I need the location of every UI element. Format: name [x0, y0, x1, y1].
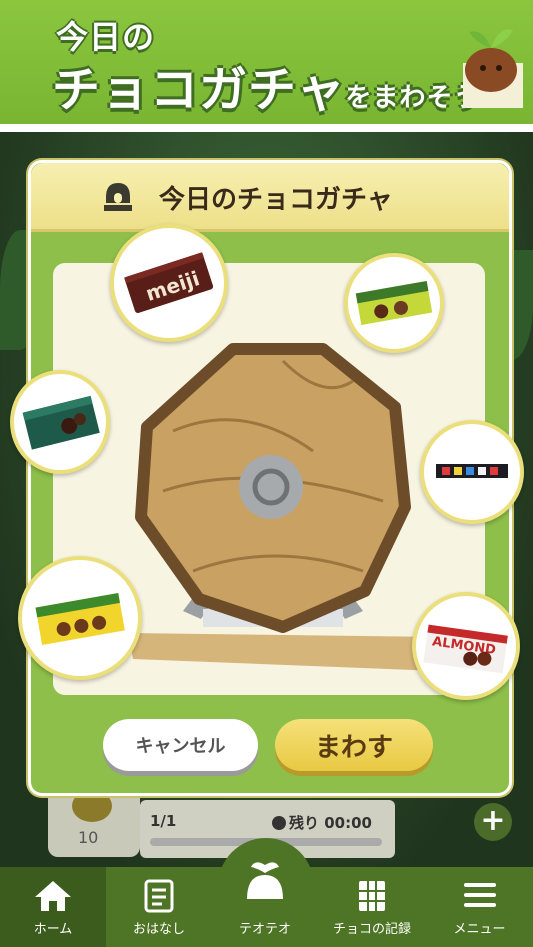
nav-label-record: チョコの記録 — [332, 922, 411, 937]
cancel-button[interactable]: キャンセル — [103, 719, 258, 771]
chocolate-box-icon: ALMOND — [423, 624, 508, 674]
banner-title-line2: チョコガチャをまわそう — [52, 50, 481, 120]
clock-icon — [272, 816, 286, 830]
progress-count: 1/1 — [150, 812, 177, 830]
prize-stick-bubble — [420, 420, 524, 524]
record-icon — [359, 881, 385, 911]
shrine-icon — [104, 183, 132, 211]
remaining-time-text: 残り 00:00 — [289, 814, 372, 832]
add-button[interactable]: + — [474, 803, 512, 841]
remaining-time: 残り 00:00 — [272, 812, 372, 833]
menu-icon — [463, 883, 496, 907]
nav-label-story: おはなし — [132, 922, 185, 937]
prize-dark-green-box-bubble — [10, 370, 110, 474]
banner-divider — [0, 124, 533, 132]
prize-green-box-bubble — [344, 253, 444, 353]
mascot-icon — [463, 29, 523, 108]
prize-meiji-bubble: meiji — [110, 224, 228, 342]
gacha-wheel — [129, 343, 443, 671]
chocolate-stick-icon — [436, 464, 508, 478]
chocolate-box-icon — [35, 592, 125, 645]
spin-button[interactable]: まわす — [275, 719, 433, 771]
nav-item-menu[interactable]: メニュー — [426, 867, 533, 947]
nav-label-menu: メニュー — [453, 922, 506, 937]
prize-almond-bubble: ALMOND — [412, 592, 520, 700]
chocolate-bar-icon: meiji — [124, 252, 214, 313]
prize-yellow-box-bubble — [18, 556, 142, 680]
home-icon — [35, 881, 71, 911]
nav-item-teote[interactable]: テオテオ — [212, 862, 318, 947]
nav-label-teote: テオテオ — [238, 922, 291, 937]
modal-header: 今日のチョコガチャ — [31, 163, 509, 232]
nav-item-home[interactable]: ホーム — [0, 867, 106, 947]
chocolate-box-icon — [22, 395, 100, 450]
nav-item-story[interactable]: おはなし — [106, 867, 212, 947]
top-banner: 今日の チョコガチャをまわそう — [0, 0, 533, 124]
nav-label-home: ホーム — [33, 922, 73, 937]
modal-title: 今日のチョコガチャ — [159, 185, 393, 215]
coin-count: 10 — [78, 828, 99, 847]
book-icon — [144, 879, 174, 913]
nav-item-record[interactable]: チョコの記録 — [318, 867, 426, 947]
teote-icon — [247, 862, 283, 899]
banner-title-main: チョコガチャ — [52, 62, 346, 118]
chocolate-box-icon — [355, 280, 433, 326]
